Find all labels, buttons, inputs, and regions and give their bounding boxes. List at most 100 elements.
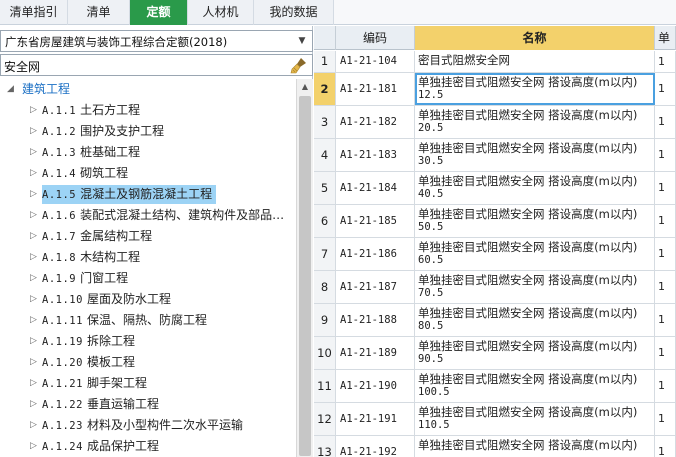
quota-name[interactable]: 单独挂密目式阻燃安全网 搭设高度(m以内) 20.5 (415, 106, 655, 138)
quota-code[interactable]: A1-21-192 (336, 436, 415, 457)
quota-name[interactable]: 单独挂密目式阻燃安全网 搭设高度(m以内) 12.5 (415, 73, 655, 105)
triangle-right-icon[interactable]: ▷ (30, 100, 37, 121)
tree-item[interactable]: ▷ A.1.19 拆除工程 (0, 331, 296, 352)
quota-name[interactable]: 密目式阻燃安全网 (415, 51, 655, 72)
header-code[interactable]: 编码 (336, 26, 415, 50)
tree-scrollbar[interactable]: ▲ (296, 79, 313, 457)
quota-code[interactable]: A1-21-185 (336, 205, 415, 237)
tab-list-guide[interactable]: 清单指引 (0, 0, 68, 25)
table-row[interactable]: 2 A1-21-181 单独挂密目式阻燃安全网 搭设高度(m以内) 12.5 1 (314, 73, 676, 106)
quota-name[interactable]: 单独挂密目式阻燃安全网 搭设高度(m以内) 60.5 (415, 238, 655, 270)
tree-item[interactable]: ▷ A.1.3 桩基础工程 (0, 142, 296, 163)
table-row[interactable]: 10 A1-21-189 单独挂密目式阻燃安全网 搭设高度(m以内) 90.5 1 (314, 337, 676, 370)
quota-code[interactable]: A1-21-189 (336, 337, 415, 369)
triangle-right-icon[interactable]: ▷ (30, 205, 37, 226)
tree-item[interactable]: ▷ A.1.10 屋面及防水工程 (0, 289, 296, 310)
tree-item[interactable]: ▷ A.1.20 模板工程 (0, 352, 296, 373)
triangle-down-icon[interactable]: ◢ (7, 79, 14, 100)
quota-unit[interactable]: 1 (655, 238, 676, 270)
library-dropdown[interactable]: 广东省房屋建筑与装饰工程综合定额(2018) ▼ (0, 30, 313, 52)
quota-code[interactable]: A1-21-181 (336, 73, 415, 105)
table-row[interactable]: 11 A1-21-190 单独挂密目式阻燃安全网 搭设高度(m以内) 100.5 1 (314, 370, 676, 403)
tab-bill[interactable]: 清单 (68, 0, 130, 25)
triangle-right-icon[interactable]: ▷ (30, 436, 37, 457)
header-name[interactable]: 名称 (415, 26, 655, 50)
quota-unit[interactable]: 1 (655, 51, 676, 72)
triangle-right-icon[interactable]: ▷ (30, 415, 37, 436)
table-row[interactable]: 6 A1-21-185 单独挂密目式阻燃安全网 搭设高度(m以内) 50.5 1 (314, 205, 676, 238)
table-row[interactable]: 12 A1-21-191 单独挂密目式阻燃安全网 搭设高度(m以内) 110.5 1 (314, 403, 676, 436)
triangle-right-icon[interactable]: ▷ (30, 373, 37, 394)
triangle-right-icon[interactable]: ▷ (30, 226, 37, 247)
quota-unit[interactable]: 1 (655, 304, 676, 336)
table-row[interactable]: 1 A1-21-104 密目式阻燃安全网 1 (314, 51, 676, 73)
tree-item[interactable]: ▷ A.1.11 保温、隔热、防腐工程 (0, 310, 296, 331)
quota-unit[interactable]: 1 (655, 172, 676, 204)
quota-name[interactable]: 单独挂密目式阻燃安全网 搭设高度(m以内) 40.5 (415, 172, 655, 204)
quota-unit[interactable]: 1 (655, 73, 676, 105)
table-row[interactable]: 9 A1-21-188 单独挂密目式阻燃安全网 搭设高度(m以内) 80.5 1 (314, 304, 676, 337)
triangle-right-icon[interactable]: ▷ (30, 394, 37, 415)
tree-item[interactable]: ▷ A.1.23 材料及小型构件二次水平运输 (0, 415, 296, 436)
triangle-right-icon[interactable]: ▷ (30, 121, 37, 142)
search-input[interactable]: 安全网 (0, 54, 313, 76)
chevron-down-icon[interactable]: ▼ (294, 32, 310, 50)
triangle-right-icon[interactable]: ▷ (30, 184, 37, 205)
quota-code[interactable]: A1-21-190 (336, 370, 415, 402)
tree-root[interactable]: ◢ 建筑工程 (0, 79, 296, 100)
triangle-right-icon[interactable]: ▷ (30, 163, 37, 184)
triangle-right-icon[interactable]: ▷ (30, 352, 37, 373)
quota-unit[interactable]: 1 (655, 139, 676, 171)
triangle-right-icon[interactable]: ▷ (30, 247, 37, 268)
triangle-right-icon[interactable]: ▷ (30, 268, 37, 289)
tree-item[interactable]: ▷ A.1.22 垂直运输工程 (0, 394, 296, 415)
triangle-right-icon[interactable]: ▷ (30, 310, 37, 331)
tree-item[interactable]: ▷ A.1.21 脚手架工程 (0, 373, 296, 394)
tree-item[interactable]: ▷ A.1.9 门窗工程 (0, 268, 296, 289)
quota-code[interactable]: A1-21-191 (336, 403, 415, 435)
quota-code[interactable]: A1-21-187 (336, 271, 415, 303)
table-row[interactable]: 5 A1-21-184 单独挂密目式阻燃安全网 搭设高度(m以内) 40.5 1 (314, 172, 676, 205)
quota-unit[interactable]: 1 (655, 337, 676, 369)
tab-quota[interactable]: 定额 (130, 0, 188, 25)
table-row[interactable]: 4 A1-21-183 单独挂密目式阻燃安全网 搭设高度(m以内) 30.5 1 (314, 139, 676, 172)
quota-name[interactable]: 单独挂密目式阻燃安全网 搭设高度(m以内) 110.5 (415, 403, 655, 435)
quota-name[interactable]: 单独挂密目式阻燃安全网 搭设高度(m以内) 100.5 (415, 370, 655, 402)
quota-unit[interactable]: 1 (655, 205, 676, 237)
quota-unit[interactable]: 1 (655, 403, 676, 435)
quota-name[interactable]: 单独挂密目式阻燃安全网 搭设高度(m以内) 50.5 (415, 205, 655, 237)
tree-item[interactable]: ▷ A.1.4 砌筑工程 (0, 163, 296, 184)
tree-item[interactable]: ▷ A.1.6 装配式混凝土结构、建筑构件及部品… (0, 205, 296, 226)
quota-code[interactable]: A1-21-182 (336, 106, 415, 138)
tab-labor-materials[interactable]: 人材机 (188, 0, 254, 25)
table-row[interactable]: 7 A1-21-186 单独挂密目式阻燃安全网 搭设高度(m以内) 60.5 1 (314, 238, 676, 271)
quota-code[interactable]: A1-21-183 (336, 139, 415, 171)
tree-item[interactable]: ▷ A.1.1 土石方工程 (0, 100, 296, 121)
tree-item[interactable]: ▷ A.1.8 木结构工程 (0, 247, 296, 268)
table-row[interactable]: 3 A1-21-182 单独挂密目式阻燃安全网 搭设高度(m以内) 20.5 1 (314, 106, 676, 139)
quota-unit[interactable]: 1 (655, 106, 676, 138)
tree-item[interactable]: ▷ A.1.2 围护及支护工程 (0, 121, 296, 142)
quota-unit[interactable]: 1 (655, 271, 676, 303)
quota-name[interactable]: 单独挂密目式阻燃安全网 搭设高度(m以内) 80.5 (415, 304, 655, 336)
header-unit[interactable]: 单 (655, 26, 676, 50)
quota-name[interactable]: 单独挂密目式阻燃安全网 搭设高度(m以内) (415, 436, 655, 457)
scroll-up-icon[interactable]: ▲ (297, 79, 313, 95)
tab-my-data[interactable]: 我的数据 (254, 0, 334, 25)
quota-code[interactable]: A1-21-184 (336, 172, 415, 204)
tree-item[interactable]: ▷ A.1.24 成品保护工程 (0, 436, 296, 457)
table-row[interactable]: 8 A1-21-187 单独挂密目式阻燃安全网 搭设高度(m以内) 70.5 1 (314, 271, 676, 304)
quota-name[interactable]: 单独挂密目式阻燃安全网 搭设高度(m以内) 90.5 (415, 337, 655, 369)
quota-name[interactable]: 单独挂密目式阻燃安全网 搭设高度(m以内) 30.5 (415, 139, 655, 171)
scrollbar-thumb[interactable] (299, 96, 311, 456)
quota-code[interactable]: A1-21-104 (336, 51, 415, 72)
quota-name[interactable]: 单独挂密目式阻燃安全网 搭设高度(m以内) 70.5 (415, 271, 655, 303)
tree-item[interactable]: ▷ A.1.5 混凝土及钢筋混凝土工程 (0, 184, 296, 205)
table-row[interactable]: 13 A1-21-192 单独挂密目式阻燃安全网 搭设高度(m以内) 1 (314, 436, 676, 457)
quota-unit[interactable]: 1 (655, 436, 676, 457)
brush-icon[interactable] (289, 56, 309, 75)
tree-item[interactable]: ▷ A.1.7 金属结构工程 (0, 226, 296, 247)
quota-code[interactable]: A1-21-188 (336, 304, 415, 336)
quota-unit[interactable]: 1 (655, 370, 676, 402)
triangle-right-icon[interactable]: ▷ (30, 289, 37, 310)
